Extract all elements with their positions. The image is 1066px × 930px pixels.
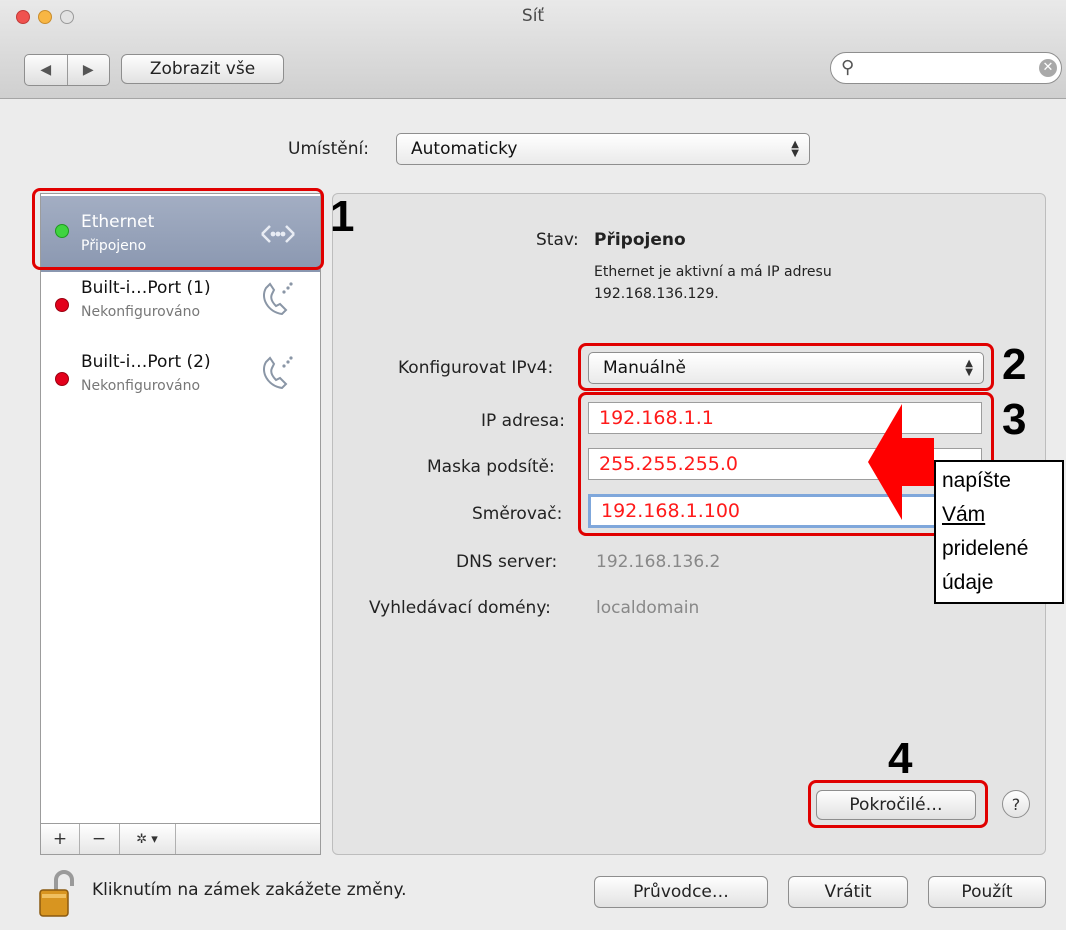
status-description-line1: Ethernet je aktivní a má IP adresu [594,264,832,280]
back-arrow-icon: ◀ [40,62,52,78]
highlight-box-4 [808,780,988,828]
phone-modem-icon [263,282,293,316]
service-status: Nekonfigurováno [81,304,201,320]
service-list-toolbar: + − ✲ ▾ [41,823,320,854]
ip-address-label: IP adresa: [481,411,565,431]
titlebar: Síť ◀ ▶ Zobrazit vše ⚲ ✕ [0,0,1066,99]
location-popup[interactable]: Automaticky ▲ ▼ [396,133,810,165]
note-line: pridelené [942,537,1029,560]
location-value: Automaticky [411,139,518,159]
service-name: Built-i…Port (1) [81,278,211,298]
configure-ipv4-label: Konfigurovat IPv4: [398,358,554,378]
highlight-box-1 [32,188,324,270]
show-all-button[interactable]: Zobrazit vše [121,54,284,84]
instruction-note: napíšte Vám pridelené údaje [934,460,1064,604]
clear-search-icon[interactable]: ✕ [1039,59,1057,77]
status-description-line2: 192.168.136.129. [594,286,719,302]
service-list: Ethernet Připojeno Built-i…Port (1) Neko… [40,193,321,855]
assistant-button[interactable]: Průvodce… [594,876,768,908]
lock-text: Kliknutím na zámek zakážete změny. [92,880,407,900]
revert-button[interactable]: Vrátit [788,876,908,908]
dns-server-value: 192.168.136.2 [596,552,721,572]
forward-button[interactable]: ▶ [66,55,110,85]
phone-modem-icon [263,356,293,390]
forward-arrow-icon: ▶ [82,62,94,78]
popup-arrows-icon: ▲ ▼ [791,139,799,159]
highlight-box-2 [578,343,994,391]
remove-service-button[interactable]: − [79,824,120,854]
dns-server-label: DNS server: [456,552,558,572]
status-value: Připojeno [594,230,686,250]
search-field[interactable]: ⚲ ✕ [830,52,1062,84]
step-number-1: 1 [330,192,355,241]
service-status: Nekonfigurováno [81,378,201,394]
search-domains-label: Vyhledávací domény: [369,598,551,618]
step-number-4: 4 [888,734,913,783]
add-service-button[interactable]: + [41,824,80,854]
search-icon: ⚲ [841,57,855,78]
status-label: Stav: [536,230,579,250]
service-item-builtin-port-2[interactable]: Built-i…Port (2) Nekonfigurováno [41,344,320,420]
network-preferences-window: Síť ◀ ▶ Zobrazit vše ⚲ ✕ Umístění: Autom… [0,0,1066,930]
step-number-2: 2 [1002,340,1027,389]
apply-button[interactable]: Použít [928,876,1046,908]
search-domains-value: localdomain [596,598,700,618]
gear-menu-button[interactable]: ✲ ▾ [119,824,176,854]
step-number-3: 3 [1002,395,1027,444]
lock-icon[interactable] [38,870,82,920]
router-label: Směrovač: [472,504,563,524]
location-label: Umístění: [288,139,369,159]
service-item-builtin-port-1[interactable]: Built-i…Port (1) Nekonfigurováno [41,270,320,346]
status-dot-red-icon [55,372,69,386]
note-line: napíšte [942,469,1011,492]
note-line: údaje [942,571,994,594]
note-line: Vám [942,503,986,526]
window-title: Síť [521,6,545,26]
red-arrow-icon [868,404,934,520]
back-forward-control: ◀ ▶ [24,54,110,86]
back-button[interactable]: ◀ [25,55,67,85]
subnet-mask-label: Maska podsítě: [427,457,555,477]
service-name: Built-i…Port (2) [81,352,211,372]
status-dot-red-icon [55,298,69,312]
help-button[interactable]: ? [1002,790,1030,818]
